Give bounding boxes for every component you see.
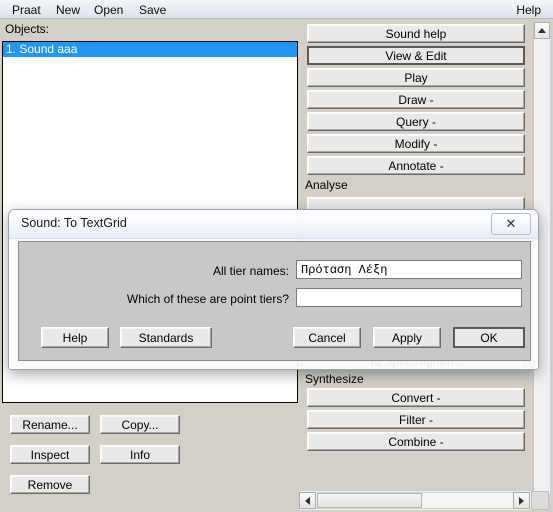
menu-open[interactable]: Open [90,2,127,18]
triangle-right-icon [519,496,524,505]
objects-label: Objects: [5,22,50,36]
convert-button[interactable]: Convert - [307,388,525,407]
dialog-body: All tier names: Which of these are point… [18,241,531,361]
cancel-button[interactable]: Cancel [293,327,361,348]
all-tier-names-label: All tier names: [212,264,289,278]
sound-help-button[interactable]: Sound help [307,24,525,43]
workspace: Objects: 1. Sound aaa Rename... Copy... … [0,19,553,512]
menu-help[interactable]: Help [512,2,545,18]
modify-button[interactable]: Modify - [307,134,525,153]
rename-button[interactable]: Rename... [10,415,90,434]
menu-save[interactable]: Save [135,2,170,18]
praat-objects-window: Praat New Open Save Help Objects: 1. Sou… [0,0,553,512]
menu-new[interactable]: New [52,2,84,18]
triangle-up-icon [538,28,546,33]
combine-button[interactable]: Combine - [307,432,525,451]
filter-button[interactable]: Filter - [307,410,525,429]
to-textgrid-dialog: Sound: To TextGrid ✕ All tier names: Whi… [8,209,539,370]
scroll-left-button[interactable] [299,492,316,509]
synthesize-section-label: Synthesize [305,372,364,386]
point-tiers-input[interactable] [296,288,522,307]
horizontal-scrollbar[interactable] [299,491,549,510]
analyse-section-label: Analyse [305,178,348,192]
menu-bar: Praat New Open Save Help [0,0,553,19]
draw-button[interactable]: Draw - [307,90,525,109]
copy-button[interactable]: Copy... [100,415,180,434]
scrollbar-corner [531,491,549,510]
list-item[interactable]: 1. Sound aaa [3,42,297,57]
view-and-edit-button[interactable]: View & Edit [307,46,525,65]
triangle-left-icon [305,496,310,505]
dialog-title: Sound: To TextGrid [21,216,127,230]
ok-button[interactable]: OK [453,327,525,348]
menu-praat[interactable]: Praat [8,2,45,18]
point-tiers-label: Which of these are point tiers? [126,292,289,306]
standards-button[interactable]: Standards [120,327,212,348]
play-button[interactable]: Play [307,68,525,87]
scroll-right-button[interactable] [513,492,530,509]
info-button[interactable]: Info [100,445,180,464]
annotate-button[interactable]: Annotate - [307,156,525,175]
help-button[interactable]: Help [41,327,109,348]
dialog-titlebar[interactable]: Sound: To TextGrid ✕ [9,210,538,239]
remove-button[interactable]: Remove [10,475,90,494]
all-tier-names-input[interactable] [296,260,522,279]
inspect-button[interactable]: Inspect [10,445,90,464]
apply-button[interactable]: Apply [373,327,441,348]
scroll-thumb[interactable] [317,493,422,508]
scroll-track[interactable] [317,492,530,509]
close-icon[interactable]: ✕ [491,213,531,235]
scroll-up-button[interactable] [534,22,550,39]
query-button[interactable]: Query - [307,112,525,131]
